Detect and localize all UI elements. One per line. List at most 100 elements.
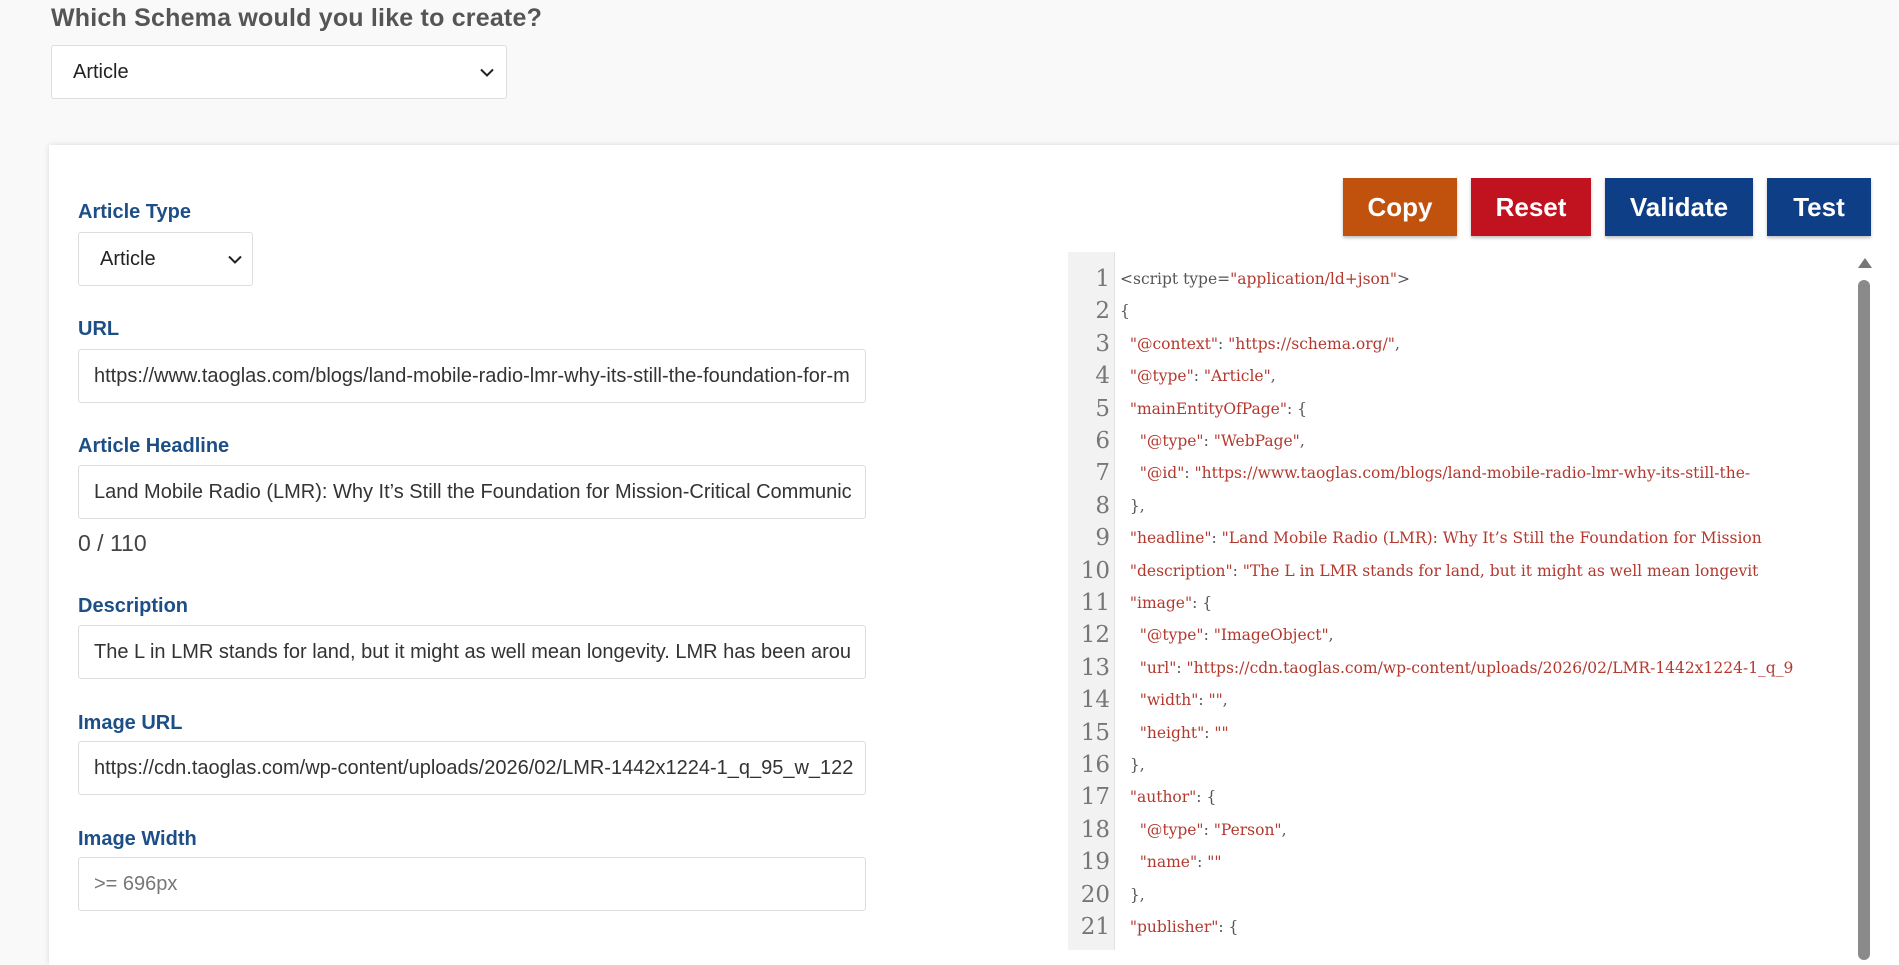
- code-line: "headline": "Land Mobile Radio (LMR): Wh…: [1120, 527, 1899, 549]
- code-punctuation-token: ,: [1270, 367, 1276, 386]
- code-punctuation-token: [1120, 918, 1130, 936]
- line-number: 13: [1080, 654, 1110, 681]
- code-punctuation-token: [1120, 691, 1140, 709]
- code-punctuation-token: [1120, 367, 1130, 385]
- code-line: <script type="application/ld+json">: [1120, 268, 1899, 290]
- code-string-token: "WebPage": [1213, 432, 1300, 450]
- code-line: },: [1120, 754, 1899, 776]
- reset-button[interactable]: Reset: [1471, 178, 1591, 236]
- line-number: 9: [1095, 525, 1110, 552]
- code-string-token: "description": [1129, 561, 1233, 580]
- code-string-token: "application/ld+json": [1230, 270, 1397, 288]
- code-line: "@type": "Person",: [1120, 819, 1899, 841]
- line-number: 12: [1080, 622, 1110, 649]
- line-number: 21: [1080, 914, 1110, 940]
- code-punctuation-token: >: [1397, 270, 1410, 288]
- headline-input[interactable]: Land Mobile Radio (LMR): Why It’s Still …: [78, 465, 866, 519]
- code-string-token: "": [1214, 723, 1229, 742]
- code-line: "url": "https://cdn.taoglas.com/wp-conte…: [1120, 657, 1899, 679]
- code-string-token: "Article": [1203, 367, 1271, 386]
- code-string-token: "The L in LMR stands for land, but it mi…: [1242, 561, 1759, 580]
- image-url-label: Image URL: [78, 712, 183, 734]
- code-string-token: "ImageObject": [1213, 626, 1329, 645]
- article-type-label: Article Type: [78, 201, 191, 223]
- code-punctuation-token: :: [1211, 529, 1222, 548]
- code-punctuation-token: [1120, 626, 1140, 644]
- line-number: 14: [1080, 687, 1110, 714]
- code-punctuation-token: : {: [1286, 399, 1307, 418]
- code-line: "name": "": [1120, 851, 1899, 873]
- line-number: 16: [1080, 752, 1110, 778]
- code-line: },: [1120, 495, 1899, 517]
- code-punctuation-token: ,: [1222, 691, 1228, 710]
- code-string-token: "@context": [1129, 334, 1218, 353]
- code-string-token: "@id": [1139, 464, 1185, 483]
- code-line: "@id": "https://www.taoglas.com/blogs/la…: [1120, 462, 1899, 484]
- line-number: 2: [1095, 298, 1110, 325]
- code-line: "@type": "ImageObject",: [1120, 624, 1899, 646]
- schema-type-select[interactable]: Article: [51, 45, 507, 99]
- code-line: "author": {: [1120, 786, 1899, 808]
- code-punctuation-token: :: [1203, 820, 1214, 839]
- validate-button[interactable]: Validate: [1605, 178, 1753, 236]
- code-string-token: "": [1208, 691, 1223, 710]
- code-string-token: "Person": [1213, 820, 1282, 839]
- editor-scrollbar[interactable]: [1857, 258, 1872, 960]
- code-string-token: "headline": [1129, 529, 1212, 548]
- code-string-token: "height": [1139, 723, 1205, 742]
- line-number: 8: [1095, 492, 1110, 519]
- code-punctuation-token: [1120, 659, 1140, 677]
- schema-type-value: Article: [73, 60, 129, 83]
- code-line: "mainEntityOfPage": {: [1120, 398, 1899, 420]
- code-punctuation-token: : {: [1218, 918, 1239, 936]
- chevron-down-icon: [476, 61, 498, 83]
- code-punctuation-token: :: [1204, 723, 1215, 742]
- headline-char-counter: 0 / 110: [78, 530, 147, 556]
- code-punctuation-token: :: [1198, 691, 1209, 710]
- url-input[interactable]: https://www.taoglas.com/blogs/land-mobil…: [78, 349, 866, 403]
- article-type-select[interactable]: Article: [78, 232, 253, 286]
- image-width-input[interactable]: >= 696px: [78, 857, 866, 911]
- copy-button[interactable]: Copy: [1343, 178, 1457, 236]
- line-number: 18: [1080, 816, 1110, 843]
- scroll-up-arrow-icon[interactable]: [1858, 258, 1872, 268]
- code-string-token: "image": [1129, 594, 1193, 612]
- scrollbar-thumb[interactable]: [1858, 280, 1870, 960]
- code-punctuation-token: ,: [1394, 334, 1400, 353]
- code-line: "image": {: [1120, 592, 1899, 614]
- code-string-token: "https://www.taoglas.com/blogs/land-mobi…: [1194, 464, 1751, 483]
- code-string-token: "https://cdn.taoglas.com/wp-content/uplo…: [1186, 658, 1794, 677]
- url-label: URL: [78, 318, 120, 340]
- code-punctuation-token: [1120, 821, 1140, 839]
- code-punctuation-token: [1120, 594, 1130, 612]
- schema-question-heading: Which Schema would you like to create?: [51, 4, 543, 32]
- code-string-token: "": [1207, 853, 1222, 872]
- code-punctuation-token: ,: [1299, 432, 1305, 450]
- code-punctuation-token: [1120, 400, 1130, 418]
- image-url-input[interactable]: https://cdn.taoglas.com/wp-content/uploa…: [78, 741, 866, 795]
- description-label: Description: [78, 595, 189, 617]
- code-line: {: [1120, 300, 1899, 322]
- code-line: },: [1120, 884, 1899, 906]
- code-punctuation-token: :: [1184, 464, 1195, 483]
- code-line: "description": "The L in LMR stands for …: [1120, 560, 1899, 582]
- code-editor[interactable]: 1 2 3 4 5 6 7 8 9 10 11 12 13 14 15 16 17 18 19 20 21 <scrip…: [1068, 252, 1899, 950]
- chevron-down-icon: [224, 248, 246, 270]
- code-punctuation-token: },: [1120, 756, 1145, 774]
- code-line: "@context": "https://schema.org/",: [1120, 333, 1899, 355]
- code-string-token: "@type": [1139, 626, 1204, 645]
- code-punctuation-token: :: [1232, 561, 1243, 580]
- code-line: "@type": "WebPage",: [1120, 430, 1899, 452]
- test-button[interactable]: Test: [1767, 178, 1871, 236]
- code-punctuation-token: :: [1203, 626, 1214, 645]
- line-number-gutter: 1 2 3 4 5 6 7 8 9 10 11 12 13 14 15 16 17 18 19 20 21: [1068, 252, 1115, 950]
- code-punctuation-token: :: [1193, 367, 1204, 386]
- code-string-token: "mainEntityOfPage": [1129, 399, 1287, 418]
- description-input[interactable]: The L in LMR stands for land, but it mig…: [78, 625, 866, 679]
- code-punctuation-token: [1120, 853, 1140, 871]
- code-punctuation-token: <script type=: [1120, 270, 1231, 288]
- code-punctuation-token: :: [1197, 853, 1208, 872]
- code-string-token: "width": [1139, 691, 1199, 710]
- code-punctuation-token: [1120, 562, 1130, 580]
- line-number: 15: [1080, 719, 1110, 746]
